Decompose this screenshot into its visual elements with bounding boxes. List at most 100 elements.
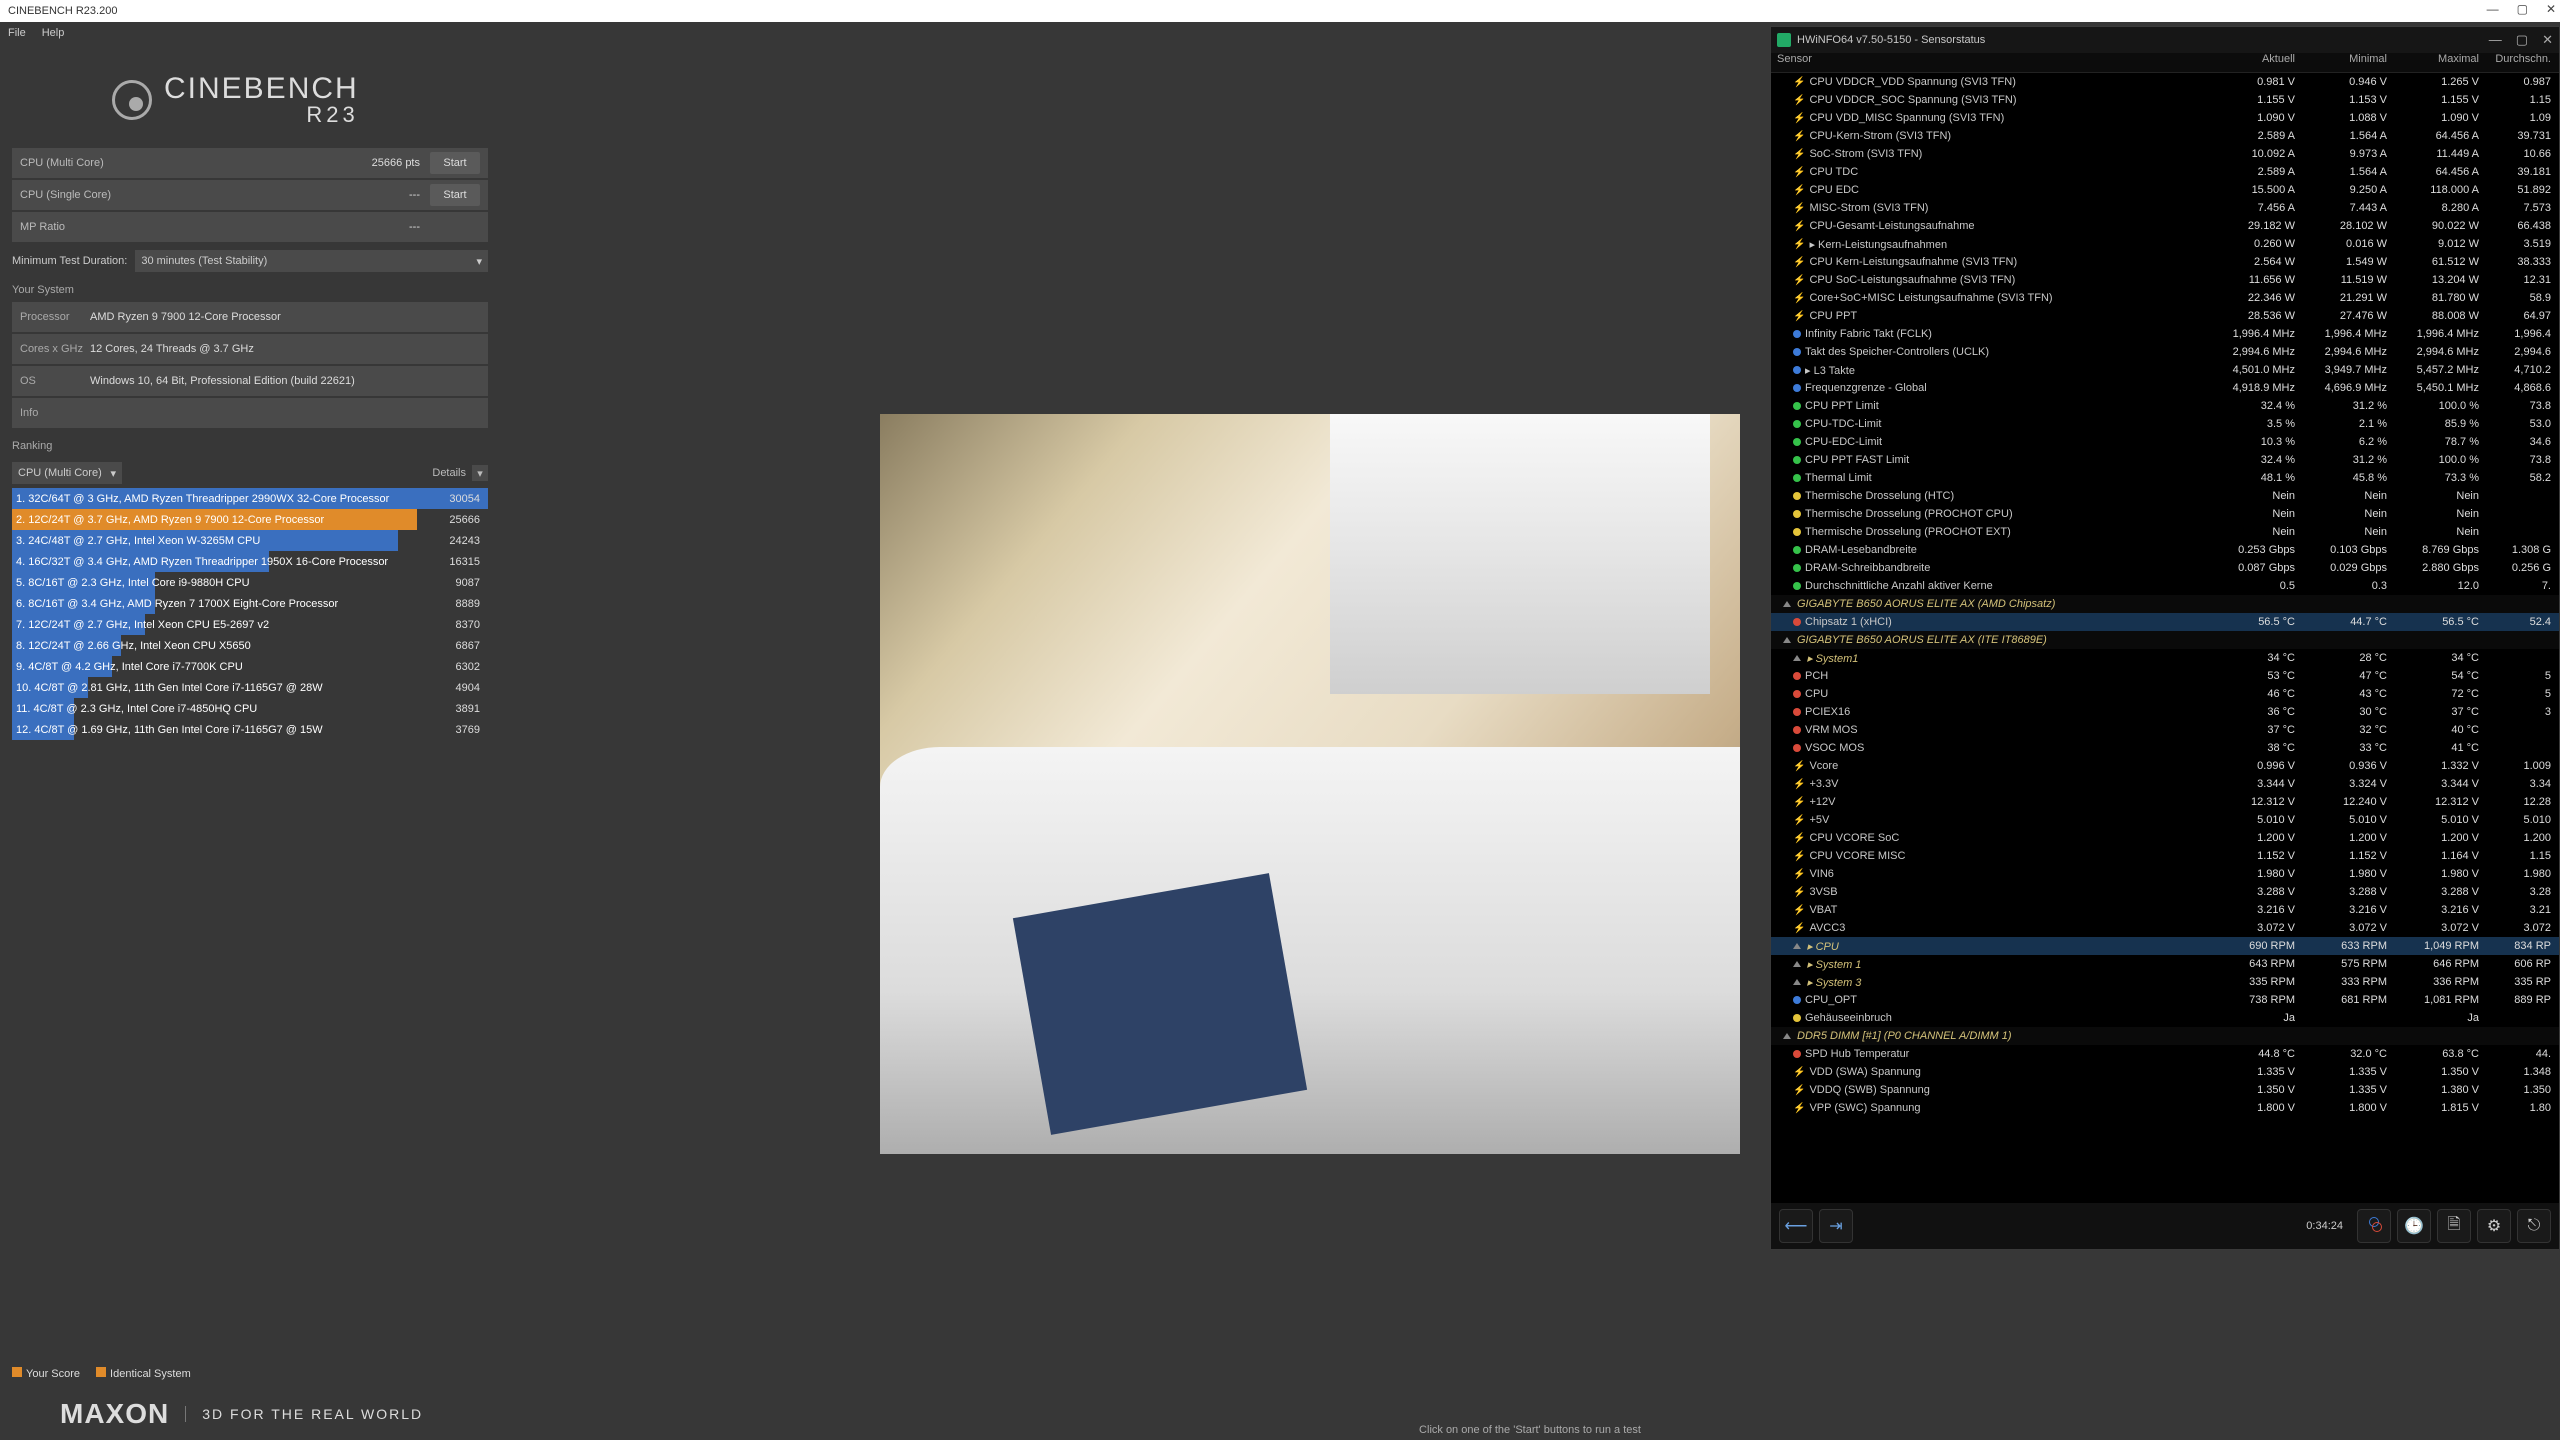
- ranking-row[interactable]: 10. 4C/8T @ 2.81 GHz, 11th Gen Intel Cor…: [12, 677, 488, 698]
- sensor-row[interactable]: CPU-TDC-Limit3.5 %2.1 %85.9 %53.0: [1771, 415, 2559, 433]
- sensor-row[interactable]: ⚡VBAT3.216 V3.216 V3.216 V3.21: [1771, 901, 2559, 919]
- close-icon[interactable]: ✕: [2542, 32, 2553, 48]
- ranking-details-toggle[interactable]: ▾: [472, 465, 488, 481]
- sensor-row[interactable]: CPU PPT FAST Limit32.4 %31.2 %100.0 %73.…: [1771, 451, 2559, 469]
- sensor-row[interactable]: Frequenzgrenze - Global4,918.9 MHz4,696.…: [1771, 379, 2559, 397]
- sensor-row[interactable]: ⚡CPU-Gesamt-Leistungsaufnahme29.182 W28.…: [1771, 217, 2559, 235]
- minimize-icon[interactable]: —: [2489, 32, 2502, 48]
- ranking-row[interactable]: 11. 4C/8T @ 2.3 GHz, Intel Core i7-4850H…: [12, 698, 488, 719]
- sensor-row[interactable]: PCIEX1636 °C30 °C37 °C3: [1771, 703, 2559, 721]
- sensor-row[interactable]: ⚡+12V12.312 V12.240 V12.312 V12.28: [1771, 793, 2559, 811]
- sensor-row[interactable]: ⚡CPU SoC-Leistungsaufnahme (SVI3 TFN)11.…: [1771, 271, 2559, 289]
- sensor-row[interactable]: ▸ L3 Takte4,501.0 MHz3,949.7 MHz5,457.2 …: [1771, 361, 2559, 379]
- sensor-row[interactable]: ▸ System 3335 RPM333 RPM336 RPM335 RP: [1771, 973, 2559, 991]
- sensor-row[interactable]: Chipsatz 1 (xHCI)56.5 °C44.7 °C56.5 °C52…: [1771, 613, 2559, 631]
- sensor-row[interactable]: ⚡VDDQ (SWB) Spannung1.350 V1.335 V1.380 …: [1771, 1081, 2559, 1099]
- ring-status-icon[interactable]: [2357, 1209, 2391, 1243]
- sensor-group-header[interactable]: GIGABYTE B650 AORUS ELITE AX (AMD Chipsa…: [1771, 595, 2559, 613]
- ranking-row[interactable]: 8. 12C/24T @ 2.66 GHz, Intel Xeon CPU X5…: [12, 635, 488, 656]
- col-sensor[interactable]: Sensor: [1771, 53, 2211, 72]
- ranking-mode-select[interactable]: CPU (Multi Core) ▾: [12, 462, 122, 484]
- sensor-row[interactable]: CPU PPT Limit32.4 %31.2 %100.0 %73.8: [1771, 397, 2559, 415]
- maximize-icon[interactable]: ▢: [2516, 32, 2528, 48]
- menu-help[interactable]: Help: [42, 27, 65, 39]
- sensor-row[interactable]: CPU46 °C43 °C72 °C5: [1771, 685, 2559, 703]
- ranking-row[interactable]: 9. 4C/8T @ 4.2 GHz, Intel Core i7-7700K …: [12, 656, 488, 677]
- document-icon[interactable]: 🗎: [2437, 1209, 2471, 1243]
- sensor-row[interactable]: Takt des Speicher-Controllers (UCLK)2,99…: [1771, 343, 2559, 361]
- sensor-row[interactable]: ⚡CPU VDDCR_SOC Spannung (SVI3 TFN)1.155 …: [1771, 91, 2559, 109]
- sensor-row[interactable]: ⚡CPU VCORE SoC1.200 V1.200 V1.200 V1.200: [1771, 829, 2559, 847]
- gear-icon[interactable]: ⚙: [2477, 1209, 2511, 1243]
- sensor-row[interactable]: DRAM-Schreibbandbreite0.087 Gbps0.029 Gb…: [1771, 559, 2559, 577]
- sensor-row[interactable]: ▸ System 1643 RPM575 RPM646 RPM606 RP: [1771, 955, 2559, 973]
- sensor-row[interactable]: Infinity Fabric Takt (FCLK)1,996.4 MHz1,…: [1771, 325, 2559, 343]
- exit-icon[interactable]: ⎋: [2517, 1209, 2551, 1243]
- menu-file[interactable]: File: [8, 27, 26, 39]
- sensor-row[interactable]: ⚡VIN61.980 V1.980 V1.980 V1.980: [1771, 865, 2559, 883]
- hwinfo-sensor-list[interactable]: ⚡CPU VDDCR_VDD Spannung (SVI3 TFN)0.981 …: [1771, 73, 2559, 1203]
- sensor-row[interactable]: ⚡CPU VCORE MISC1.152 V1.152 V1.164 V1.15: [1771, 847, 2559, 865]
- sensor-row[interactable]: CPU_OPT738 RPM681 RPM1,081 RPM889 RP: [1771, 991, 2559, 1009]
- col-aktuell[interactable]: Aktuell: [2211, 53, 2303, 72]
- sensor-row[interactable]: SPD Hub Temperatur44.8 °C32.0 °C63.8 °C4…: [1771, 1045, 2559, 1063]
- sensor-row[interactable]: ⚡CPU Kern-Leistungsaufnahme (SVI3 TFN)2.…: [1771, 253, 2559, 271]
- sensor-row[interactable]: ⚡Vcore0.996 V0.936 V1.332 V1.009: [1771, 757, 2559, 775]
- sensor-row[interactable]: ▸ System134 °C28 °C34 °C: [1771, 649, 2559, 667]
- sensor-row[interactable]: Durchschnittliche Anzahl aktiver Kerne0.…: [1771, 577, 2559, 595]
- ranking-row[interactable]: 1. 32C/64T @ 3 GHz, AMD Ryzen Threadripp…: [12, 488, 488, 509]
- sensor-group-header[interactable]: GIGABYTE B650 AORUS ELITE AX (ITE IT8689…: [1771, 631, 2559, 649]
- sensor-row[interactable]: ⚡Core+SoC+MISC Leistungsaufnahme (SVI3 T…: [1771, 289, 2559, 307]
- hwinfo-window[interactable]: HWiNFO64 v7.50-5150 - Sensorstatus — ▢ ✕…: [1770, 26, 2560, 1250]
- sensor-row[interactable]: Thermische Drosselung (PROCHOT CPU)NeinN…: [1771, 505, 2559, 523]
- sensor-row[interactable]: Thermal Limit48.1 %45.8 %73.3 %58.2: [1771, 469, 2559, 487]
- ranking-row[interactable]: 6. 8C/16T @ 3.4 GHz, AMD Ryzen 7 1700X E…: [12, 593, 488, 614]
- sensor-row[interactable]: VRM MOS37 °C32 °C40 °C: [1771, 721, 2559, 739]
- col-minimal[interactable]: Minimal: [2303, 53, 2395, 72]
- sensor-row[interactable]: ⚡+3.3V3.344 V3.324 V3.344 V3.34: [1771, 775, 2559, 793]
- cinebench-titlebar[interactable]: CINEBENCH R23.200 — ▢ ✕: [0, 0, 2560, 22]
- clock-icon[interactable]: 🕒: [2397, 1209, 2431, 1243]
- duration-select[interactable]: 30 minutes (Test Stability) ▾: [135, 250, 488, 272]
- sensor-row[interactable]: VSOC MOS38 °C33 °C41 °C: [1771, 739, 2559, 757]
- sensor-row[interactable]: ⚡AVCC33.072 V3.072 V3.072 V3.072: [1771, 919, 2559, 937]
- col-durchschn[interactable]: Durchschn.: [2487, 53, 2559, 72]
- sensor-row[interactable]: ⚡CPU-Kern-Strom (SVI3 TFN)2.589 A1.564 A…: [1771, 127, 2559, 145]
- sensor-row[interactable]: ⚡+5V5.010 V5.010 V5.010 V5.010: [1771, 811, 2559, 829]
- ranking-row[interactable]: 5. 8C/16T @ 2.3 GHz, Intel Core i9-9880H…: [12, 572, 488, 593]
- sensor-row[interactable]: ⚡CPU EDC15.500 A9.250 A118.000 A51.892: [1771, 181, 2559, 199]
- sensor-row[interactable]: ⚡3VSB3.288 V3.288 V3.288 V3.28: [1771, 883, 2559, 901]
- nav-play-button[interactable]: ⇥: [1819, 1209, 1853, 1243]
- sensor-row[interactable]: Thermische Drosselung (HTC)NeinNeinNein: [1771, 487, 2559, 505]
- sensor-row[interactable]: ⚡VDD (SWA) Spannung1.335 V1.335 V1.350 V…: [1771, 1063, 2559, 1081]
- sensor-row[interactable]: ⚡CPU TDC2.589 A1.564 A64.456 A39.181: [1771, 163, 2559, 181]
- sensor-row[interactable]: CPU-EDC-Limit10.3 %6.2 %78.7 %34.6: [1771, 433, 2559, 451]
- sensor-group-header[interactable]: DDR5 DIMM [#1] (P0 CHANNEL A/DIMM 1): [1771, 1027, 2559, 1045]
- sensor-row[interactable]: DRAM-Lesebandbreite0.253 Gbps0.103 Gbps8…: [1771, 541, 2559, 559]
- col-maximal[interactable]: Maximal: [2395, 53, 2487, 72]
- nav-back-button[interactable]: ⟵: [1779, 1209, 1813, 1243]
- sensor-row[interactable]: ▸ CPU690 RPM633 RPM1,049 RPM834 RP: [1771, 937, 2559, 955]
- sensor-row[interactable]: Thermische Drosselung (PROCHOT EXT)NeinN…: [1771, 523, 2559, 541]
- sensor-row[interactable]: ⚡CPU PPT28.536 W27.476 W88.008 W64.97: [1771, 307, 2559, 325]
- ranking-row[interactable]: 12. 4C/8T @ 1.69 GHz, 11th Gen Intel Cor…: [12, 719, 488, 740]
- maximize-icon[interactable]: ▢: [2517, 2, 2528, 16]
- ranking-row[interactable]: 4. 16C/32T @ 3.4 GHz, AMD Ryzen Threadri…: [12, 551, 488, 572]
- ranking-row[interactable]: 3. 24C/48T @ 2.7 GHz, Intel Xeon W-3265M…: [12, 530, 488, 551]
- start-multi-button[interactable]: Start: [430, 152, 480, 174]
- minimize-icon[interactable]: —: [2487, 2, 2499, 16]
- sensor-row[interactable]: GehäuseeinbruchJaJa: [1771, 1009, 2559, 1027]
- sensor-row[interactable]: PCH53 °C47 °C54 °C5: [1771, 667, 2559, 685]
- sensor-row[interactable]: ⚡CPU VDDCR_VDD Spannung (SVI3 TFN)0.981 …: [1771, 73, 2559, 91]
- sensor-row[interactable]: ⚡CPU VDD_MISC Spannung (SVI3 TFN)1.090 V…: [1771, 109, 2559, 127]
- sensor-name: CPU-TDC-Limit: [1805, 418, 1881, 430]
- hwinfo-titlebar[interactable]: HWiNFO64 v7.50-5150 - Sensorstatus — ▢ ✕: [1771, 27, 2559, 53]
- sensor-row[interactable]: ⚡VPP (SWC) Spannung1.800 V1.800 V1.815 V…: [1771, 1099, 2559, 1117]
- sensor-row[interactable]: ⚡SoC-Strom (SVI3 TFN)10.092 A9.973 A11.4…: [1771, 145, 2559, 163]
- start-single-button[interactable]: Start: [430, 184, 480, 206]
- sensor-row[interactable]: ⚡▸ Kern-Leistungsaufnahmen0.260 W0.016 W…: [1771, 235, 2559, 253]
- sensor-row[interactable]: ⚡MISC-Strom (SVI3 TFN)7.456 A7.443 A8.28…: [1771, 199, 2559, 217]
- ranking-row[interactable]: 7. 12C/24T @ 2.7 GHz, Intel Xeon CPU E5-…: [12, 614, 488, 635]
- ranking-row[interactable]: 2. 12C/24T @ 3.7 GHz, AMD Ryzen 9 7900 1…: [12, 509, 488, 530]
- close-icon[interactable]: ✕: [2546, 2, 2556, 16]
